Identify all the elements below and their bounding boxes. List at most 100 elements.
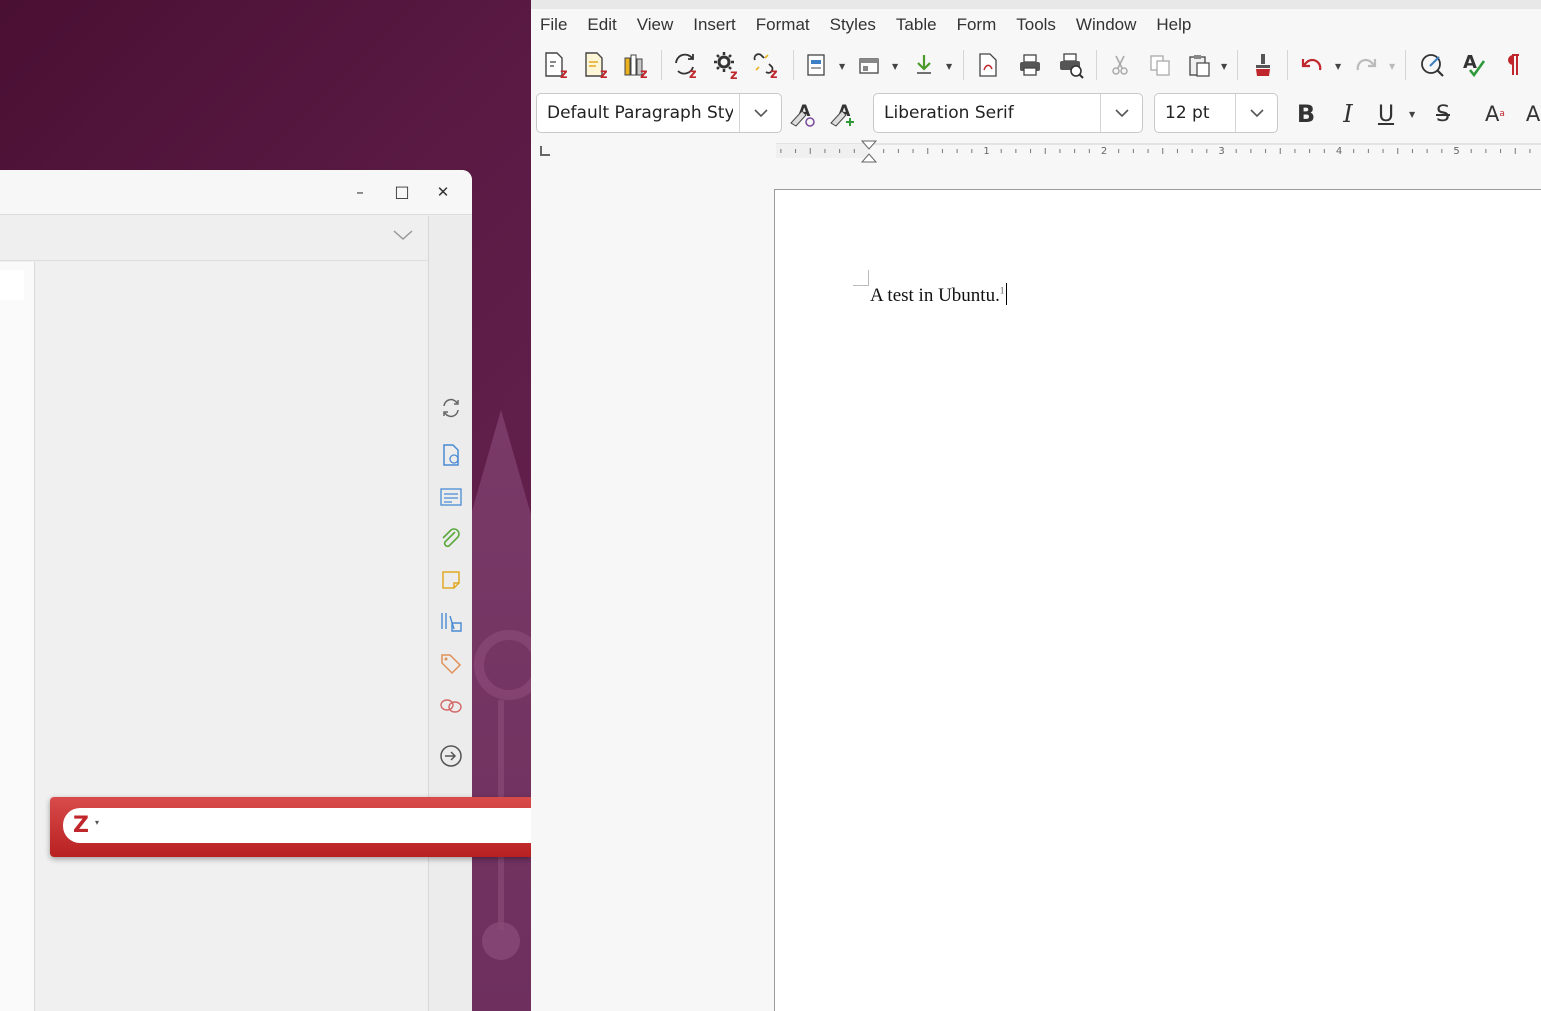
paste-dropdown-icon[interactable]: ▼: [1221, 62, 1227, 71]
font-name-combo[interactable]: Liberation Serif: [873, 93, 1143, 133]
library-icon[interactable]: [437, 608, 465, 636]
update-style-icon[interactable]: A: [787, 98, 819, 130]
wallpaper-knob: [482, 922, 520, 960]
tag-icon[interactable]: [437, 650, 465, 678]
toolbar-separator: [1405, 50, 1406, 80]
locate-icon[interactable]: [437, 742, 465, 770]
clone-formatting-icon[interactable]: [1246, 48, 1280, 82]
document-page[interactable]: A test in Ubuntu.1: [774, 189, 1541, 1011]
menu-format[interactable]: Format: [756, 9, 810, 41]
menu-insert[interactable]: Insert: [693, 9, 736, 41]
zotero-menu-dropdown-icon[interactable]: ▾: [95, 818, 99, 827]
document-area[interactable]: A test in Ubuntu.1: [531, 166, 1541, 1011]
font-size-combo[interactable]: 12 pt: [1154, 93, 1278, 133]
writer-titlebar[interactable]: [531, 0, 1541, 9]
chevron-down-icon[interactable]: [1100, 94, 1142, 132]
underline-dropdown-icon[interactable]: ▼: [1409, 110, 1415, 119]
chevron-down-icon[interactable]: [1235, 94, 1277, 132]
svg-text:z: z: [770, 67, 778, 80]
menu-styles[interactable]: Styles: [830, 9, 876, 41]
superscript-button[interactable]: Aa: [1479, 98, 1511, 130]
zotero-add-bibliography-icon[interactable]: z: [619, 48, 653, 82]
insert-special-dropdown-icon[interactable]: ▼: [946, 62, 952, 71]
print-preview-icon[interactable]: [1054, 48, 1088, 82]
svg-text:z: z: [730, 68, 738, 80]
zotero-titlebar[interactable]: – □ ✕: [0, 170, 472, 215]
svg-text:z: z: [640, 67, 648, 80]
menu-edit[interactable]: Edit: [587, 9, 616, 41]
related-icon[interactable]: [437, 692, 465, 720]
redo-icon[interactable]: [1349, 48, 1383, 82]
italic-button[interactable]: I: [1332, 98, 1364, 130]
ruler-number: 1: [983, 146, 989, 157]
paragraph-style-value[interactable]: Default Paragraph Styl: [547, 103, 733, 123]
ruler-number: 4: [1336, 146, 1342, 157]
toolbar-separator: [1287, 50, 1288, 80]
zotero-toolbar: [0, 216, 428, 261]
copy-icon[interactable]: [1143, 48, 1177, 82]
text-cursor: [1006, 283, 1008, 305]
zotero-quick-format-bar: Z ▾: [50, 797, 531, 857]
note-icon[interactable]: [437, 566, 465, 594]
zotero-refresh-icon[interactable]: z: [669, 48, 703, 82]
paragraph-style-combo[interactable]: Default Paragraph Styl: [536, 93, 782, 133]
svg-text:z: z: [689, 67, 697, 80]
close-button[interactable]: ✕: [431, 180, 455, 204]
text-boundary-corner: [853, 270, 869, 286]
subscript-button[interactable]: A: [1517, 98, 1541, 130]
spelling-icon[interactable]: A: [1457, 48, 1491, 82]
insert-frame-dropdown-icon[interactable]: ▼: [892, 62, 898, 71]
insert-field-icon[interactable]: [801, 48, 835, 82]
sync-icon[interactable]: [437, 394, 465, 422]
abstract-icon[interactable]: [437, 483, 465, 511]
undo-dropdown-icon[interactable]: ▼: [1335, 62, 1341, 71]
bold-button[interactable]: B: [1290, 98, 1322, 130]
paste-icon[interactable]: [1183, 48, 1217, 82]
menu-file[interactable]: File: [540, 9, 567, 41]
insert-special-icon[interactable]: [907, 48, 941, 82]
menu-window[interactable]: Window: [1076, 9, 1136, 41]
insert-field-dropdown-icon[interactable]: ▼: [839, 62, 845, 71]
zotero-document-preferences-icon[interactable]: z: [709, 48, 743, 82]
document-paragraph[interactable]: A test in Ubuntu.1: [870, 283, 1008, 307]
find-replace-icon[interactable]: [1415, 48, 1449, 82]
collection-row[interactable]: [0, 270, 24, 300]
chevron-down-icon[interactable]: [739, 94, 781, 132]
standard-toolbar: z z z z z z ▼ ▼ ▼ ▼ ▼ ▼ A: [531, 44, 1541, 88]
menu-table[interactable]: Table: [896, 9, 937, 41]
font-name-value[interactable]: Liberation Serif: [884, 103, 1094, 123]
zotero-add-note-icon[interactable]: z: [579, 48, 613, 82]
paragraph-text[interactable]: A test in Ubuntu.: [870, 285, 1000, 306]
menu-tools[interactable]: Tools: [1016, 9, 1056, 41]
tab-stop-selector[interactable]: [540, 146, 550, 156]
strikethrough-button[interactable]: S: [1427, 98, 1459, 130]
footnote-anchor[interactable]: 1: [1000, 286, 1005, 296]
maximize-button[interactable]: □: [390, 180, 414, 204]
zotero-add-edit-citation-icon[interactable]: z: [539, 48, 573, 82]
horizontal-ruler[interactable]: 1 2 3 4 5: [776, 140, 1541, 164]
chevron-down-icon[interactable]: [392, 228, 416, 248]
item-info-icon[interactable]: [437, 441, 465, 469]
menu-form[interactable]: Form: [957, 9, 997, 41]
collections-pane[interactable]: [0, 262, 35, 1011]
underline-button[interactable]: U: [1370, 98, 1402, 130]
menu-view[interactable]: View: [637, 9, 674, 41]
new-style-icon[interactable]: A: [827, 98, 859, 130]
menu-help[interactable]: Help: [1156, 9, 1191, 41]
formatting-marks-icon[interactable]: [1496, 48, 1530, 82]
cut-icon[interactable]: [1103, 48, 1137, 82]
citation-search-input[interactable]: Z ▾: [63, 808, 531, 843]
zotero-unlink-citations-icon[interactable]: z: [749, 48, 783, 82]
print-icon[interactable]: [1013, 48, 1047, 82]
font-size-value[interactable]: 12 pt: [1165, 103, 1235, 123]
zotero-logo-icon[interactable]: Z: [73, 813, 89, 838]
redo-dropdown-icon[interactable]: ▼: [1389, 62, 1395, 71]
insert-frame-icon[interactable]: [853, 48, 887, 82]
export-pdf-icon[interactable]: [971, 48, 1005, 82]
minimize-button[interactable]: –: [348, 180, 372, 204]
undo-icon[interactable]: [1295, 48, 1329, 82]
toolbar-separator: [793, 50, 794, 80]
ruler-scale: 1 2 3 4 5: [776, 140, 1541, 163]
attachment-icon[interactable]: [437, 525, 465, 553]
items-pane[interactable]: [36, 262, 428, 1011]
